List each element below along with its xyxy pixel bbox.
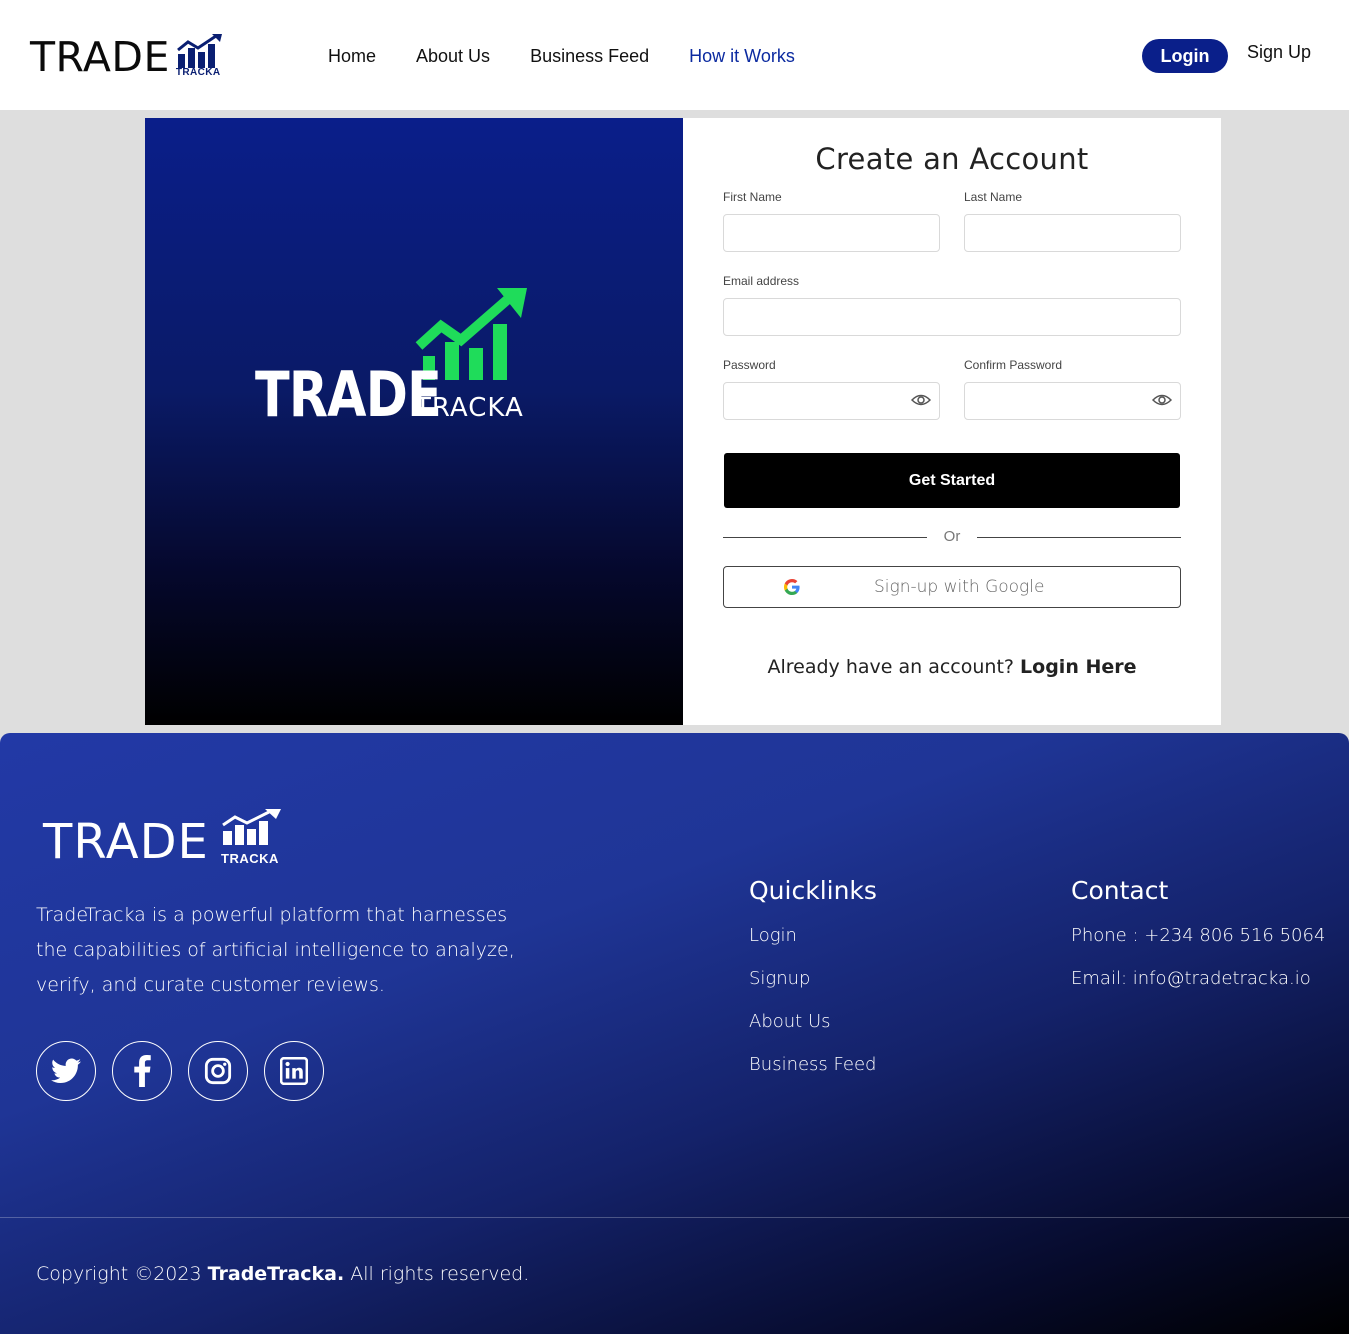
or-text: Or — [943, 528, 961, 545]
nav-about-us[interactable]: About Us — [416, 44, 490, 68]
footer-divider — [0, 1217, 1349, 1218]
linkedin-icon — [280, 1057, 308, 1085]
password-label: Password — [723, 358, 776, 372]
site-header: TRADE TRACKA Home About Us Business Feed… — [0, 0, 1349, 110]
google-icon — [784, 579, 800, 595]
have-account-text: Already have an account? — [767, 656, 1014, 678]
header-signup-link[interactable]: Sign Up — [1247, 40, 1311, 64]
social-links — [36, 1041, 324, 1101]
google-signup-label: Sign-up with Google — [874, 577, 1045, 597]
footer-description: TradeTracka is a powerful platform that … — [36, 904, 515, 996]
hero-logo: TRADE TRACKA — [253, 286, 533, 431]
footer-logo-chart-icon — [222, 809, 281, 845]
confirm-password-input[interactable] — [964, 382, 1181, 420]
logo-chart-icon: TRACKA — [176, 34, 228, 80]
hero-logo-text: TRADE — [255, 358, 442, 431]
copyright-brand: TradeTracka. — [207, 1263, 345, 1285]
logo-text: TRADE — [30, 33, 170, 81]
copyright-text: Copyright ©2023 TradeTracka. All rights … — [36, 1263, 529, 1285]
copyright-suffix: All rights reserved. — [350, 1263, 530, 1285]
footer-link-business-feed[interactable]: Business Feed — [749, 1054, 876, 1076]
nav-business-feed[interactable]: Business Feed — [530, 44, 649, 68]
last-name-label: Last Name — [964, 190, 1023, 204]
site-logo[interactable]: TRADE TRACKA — [30, 30, 228, 80]
linkedin-link[interactable] — [264, 1041, 324, 1101]
first-name-input[interactable] — [723, 214, 940, 252]
password-input[interactable] — [723, 382, 940, 420]
google-signup-button[interactable]: Sign-up with Google — [723, 566, 1181, 608]
instagram-link[interactable] — [188, 1041, 248, 1101]
get-started-button[interactable]: Get Started — [724, 453, 1180, 508]
first-name-label: First Name — [723, 190, 782, 204]
have-account-row: Already have an account? Login Here — [683, 656, 1221, 678]
contact-phone: Phone : +234 806 516 5064 — [1071, 925, 1326, 946]
twitter-icon — [51, 1058, 81, 1083]
header-login-button[interactable]: Login — [1142, 39, 1228, 73]
main-nav: Home About Us Business Feed How it Works — [328, 44, 835, 68]
footer-link-about-us[interactable]: About Us — [749, 1011, 831, 1033]
show-password-eye-icon[interactable] — [911, 393, 931, 407]
hero-panel: TRADE TRACKA — [145, 118, 683, 725]
site-footer: TRADE TRACKA TradeTracka is a powerful p… — [0, 733, 1349, 1334]
footer-link-login[interactable]: Login — [749, 925, 797, 947]
logo-subtext: TRACKA — [175, 67, 221, 78]
or-divider-left — [723, 537, 927, 538]
form-title: Create an Account — [815, 142, 1089, 176]
login-here-link[interactable]: Login Here — [1020, 656, 1136, 678]
hero-logo-subtext: TRACKA — [415, 393, 524, 423]
last-name-input[interactable] — [964, 214, 1181, 252]
nav-home[interactable]: Home — [328, 44, 376, 68]
confirm-password-label: Confirm Password — [964, 358, 1063, 372]
footer-logo-subtext: TRACKA — [221, 851, 279, 866]
nav-how-it-works[interactable]: How it Works — [689, 44, 795, 68]
signup-form-panel: Create an Account First Name Last Name E… — [683, 118, 1221, 725]
contact-email[interactable]: Email: info@tradetracka.io — [1071, 968, 1311, 990]
facebook-link[interactable] — [112, 1041, 172, 1101]
quicklinks-title: Quicklinks — [749, 876, 877, 905]
copyright-prefix: Copyright ©2023 — [36, 1263, 202, 1285]
facebook-icon — [134, 1055, 151, 1087]
contact-title: Contact — [1071, 876, 1169, 905]
show-confirm-password-eye-icon[interactable] — [1152, 393, 1172, 407]
instagram-icon — [204, 1057, 232, 1085]
footer-logo-text: TRADE — [43, 814, 209, 870]
or-divider-right — [977, 537, 1181, 538]
email-input[interactable] — [723, 298, 1181, 336]
twitter-link[interactable] — [36, 1041, 96, 1101]
footer-link-signup[interactable]: Signup — [749, 968, 810, 990]
email-label: Email address — [723, 274, 800, 288]
